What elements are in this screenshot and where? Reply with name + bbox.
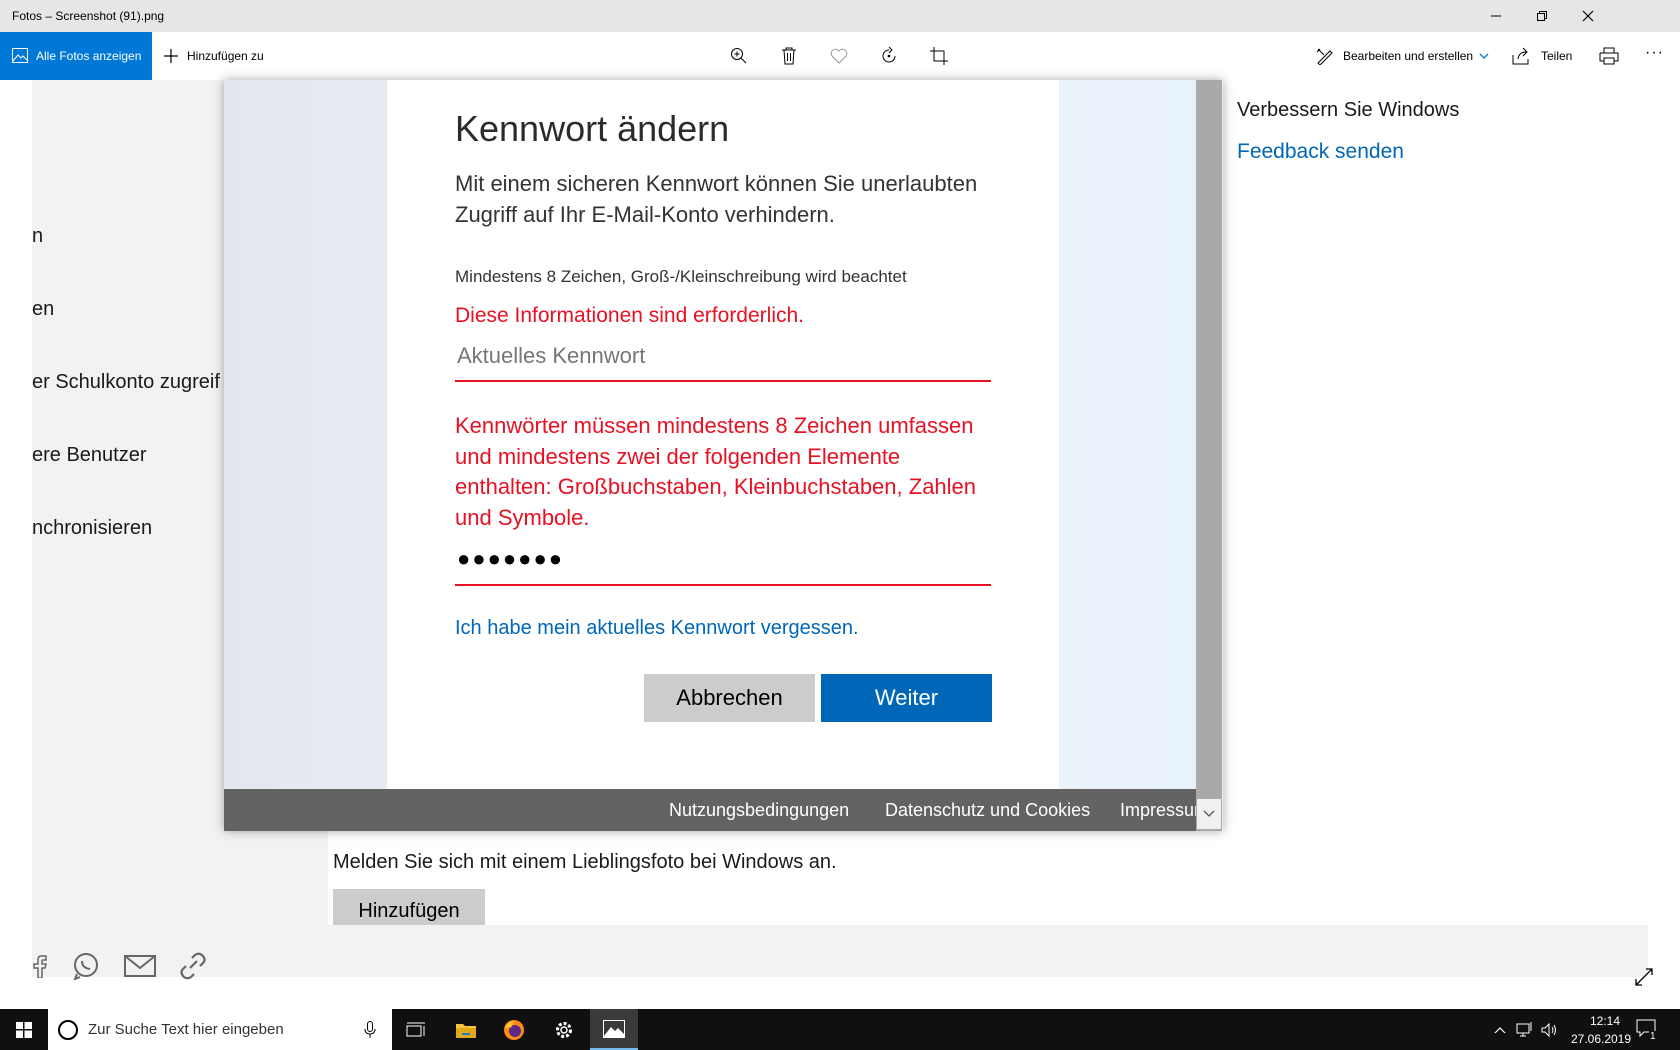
search-placeholder: Zur Suche Text hier eingeben bbox=[88, 1021, 284, 1038]
settings-sidebar-item: nchronisieren bbox=[32, 517, 153, 539]
gear-icon bbox=[556, 1021, 572, 1038]
windows-logo-icon bbox=[16, 1021, 32, 1038]
dialog-intro: Mit einem sicheren Kennwort können Sie u… bbox=[455, 171, 978, 227]
start-button[interactable] bbox=[0, 1009, 48, 1050]
task-view-icon bbox=[406, 1022, 425, 1036]
dialog-scrollbar[interactable] bbox=[1196, 80, 1222, 831]
restore-button[interactable] bbox=[1519, 0, 1565, 32]
share-icons-row bbox=[32, 950, 252, 980]
window-title: Fotos – Screenshot (91).png bbox=[12, 9, 165, 23]
crop-icon bbox=[930, 47, 948, 65]
current-password-input[interactable] bbox=[455, 332, 991, 382]
crop-button[interactable] bbox=[927, 44, 951, 68]
close-button[interactable] bbox=[1565, 0, 1611, 32]
trash-icon bbox=[782, 47, 796, 65]
forgot-password-link[interactable]: Ich habe mein aktuelles Kennwort vergess… bbox=[455, 617, 859, 640]
photos-icon bbox=[603, 1019, 625, 1038]
firefox-button[interactable] bbox=[490, 1009, 538, 1050]
new-password-input[interactable]: ●●●●●●● bbox=[455, 538, 991, 586]
all-photos-label: Alle Fotos anzeigen bbox=[36, 49, 142, 63]
all-photos-button[interactable]: Alle Fotos anzeigen bbox=[0, 32, 152, 80]
taskbar-search[interactable]: Zur Suche Text hier eingeben bbox=[48, 1009, 392, 1050]
file-explorer-button[interactable] bbox=[442, 1009, 490, 1050]
heart-icon bbox=[830, 48, 848, 64]
photos-app-button[interactable] bbox=[590, 1009, 638, 1050]
chevron-down-icon bbox=[1203, 810, 1215, 817]
sign-in-photo-text: Melden Sie sich mit einem Lieblingsfoto … bbox=[333, 851, 837, 873]
network-icon[interactable] bbox=[1516, 1021, 1534, 1039]
folder-icon bbox=[456, 1023, 476, 1038]
clock-date[interactable]: 27.06.2019 bbox=[1566, 1032, 1636, 1046]
impressum-clip: Impressum bbox=[1120, 789, 1196, 831]
improve-windows-heading: Verbessern Sie Windows bbox=[1237, 99, 1460, 121]
printer-icon bbox=[1599, 47, 1619, 65]
cortana-icon bbox=[58, 1020, 78, 1040]
notification-count: 1 bbox=[1649, 1031, 1657, 1042]
settings-sidebar-item: n bbox=[32, 225, 44, 247]
microphone-icon[interactable] bbox=[364, 1021, 376, 1039]
dialog-title: Kennwort ändern bbox=[455, 108, 730, 149]
settings-sidebar-item: er Schulkonto zugreif bbox=[32, 371, 220, 393]
task-view-button[interactable] bbox=[392, 1009, 440, 1050]
zoom-button[interactable] bbox=[727, 44, 751, 68]
taskbar: Zur Suche Text hier eingeben 12:14 27.06… bbox=[0, 1009, 1680, 1050]
rotate-icon bbox=[882, 47, 896, 63]
new-password-value: ●●●●●●● bbox=[457, 546, 565, 571]
link-icon bbox=[180, 952, 206, 980]
add-photo-button: Hinzufügen bbox=[333, 889, 485, 925]
share-button[interactable]: Teilen bbox=[1511, 32, 1577, 80]
plus-icon bbox=[164, 49, 178, 63]
share-label: Teilen bbox=[1541, 49, 1573, 63]
edit-create-label: Bearbeiten und erstellen bbox=[1343, 49, 1474, 63]
impressum-link[interactable]: Impressum bbox=[1120, 800, 1196, 821]
settings-sidebar-item: en bbox=[32, 298, 55, 320]
settings-sidebar-item: ere Benutzer bbox=[32, 444, 147, 466]
add-to-label: Hinzufügen zu bbox=[187, 49, 264, 63]
notifications-button[interactable]: 1 bbox=[1634, 1017, 1664, 1043]
facebook-icon bbox=[33, 955, 47, 978]
close-icon bbox=[1582, 10, 1594, 22]
required-error: Diese Informationen sind erforderlich. bbox=[455, 304, 805, 327]
title-bar: Fotos – Screenshot (91).png bbox=[0, 0, 1680, 32]
mail-icon bbox=[124, 955, 156, 977]
clock-time[interactable]: 12:14 bbox=[1578, 1014, 1632, 1028]
add-to-button[interactable]: Hinzufügen zu bbox=[164, 32, 274, 80]
more-options-button[interactable]: ··· bbox=[1645, 44, 1664, 62]
photo-icon bbox=[12, 48, 28, 63]
change-password-window: Kennwort ändern Mit einem sicheren Kennw… bbox=[224, 80, 1223, 831]
minimize-button[interactable] bbox=[1473, 0, 1519, 32]
delete-button[interactable] bbox=[777, 44, 801, 68]
chevron-down-icon bbox=[1479, 53, 1489, 59]
minimize-icon bbox=[1491, 15, 1501, 17]
scroll-down-button[interactable] bbox=[1197, 799, 1221, 829]
restore-icon bbox=[1537, 11, 1547, 21]
firefox-icon bbox=[504, 1019, 524, 1040]
whatsapp-icon bbox=[73, 953, 98, 980]
favorite-button[interactable] bbox=[827, 44, 851, 68]
chevron-up-icon[interactable] bbox=[1494, 1026, 1506, 1034]
settings-button[interactable] bbox=[540, 1009, 588, 1050]
edit-create-button[interactable]: Bearbeiten und erstellen bbox=[1314, 32, 1490, 80]
volume-icon[interactable] bbox=[1540, 1021, 1558, 1039]
feedback-link: Feedback senden bbox=[1237, 140, 1404, 163]
terms-link[interactable]: Nutzungsbedingungen bbox=[669, 800, 849, 821]
edit-icon bbox=[1316, 48, 1333, 65]
expand-icon[interactable] bbox=[1634, 967, 1654, 987]
print-button[interactable] bbox=[1595, 42, 1623, 70]
next-button[interactable]: Weiter bbox=[821, 674, 992, 722]
share-icon bbox=[1512, 47, 1529, 65]
password-hint: Mindestens 8 Zeichen, Groß-/Kleinschreib… bbox=[455, 267, 907, 286]
cancel-button[interactable]: Abbrechen bbox=[644, 674, 815, 722]
dialog-footer: Nutzungsbedingungen Datenschutz und Cook… bbox=[224, 789, 1196, 831]
rotate-button[interactable] bbox=[877, 44, 901, 68]
dialog-card: Kennwort ändern Mit einem sicheren Kennw… bbox=[387, 80, 1059, 789]
privacy-link[interactable]: Datenschutz und Cookies bbox=[885, 800, 1090, 821]
zoom-in-icon bbox=[731, 48, 747, 64]
password-rule-error: Kennwörter müssen mindestens 8 Zeichen u… bbox=[455, 413, 977, 530]
